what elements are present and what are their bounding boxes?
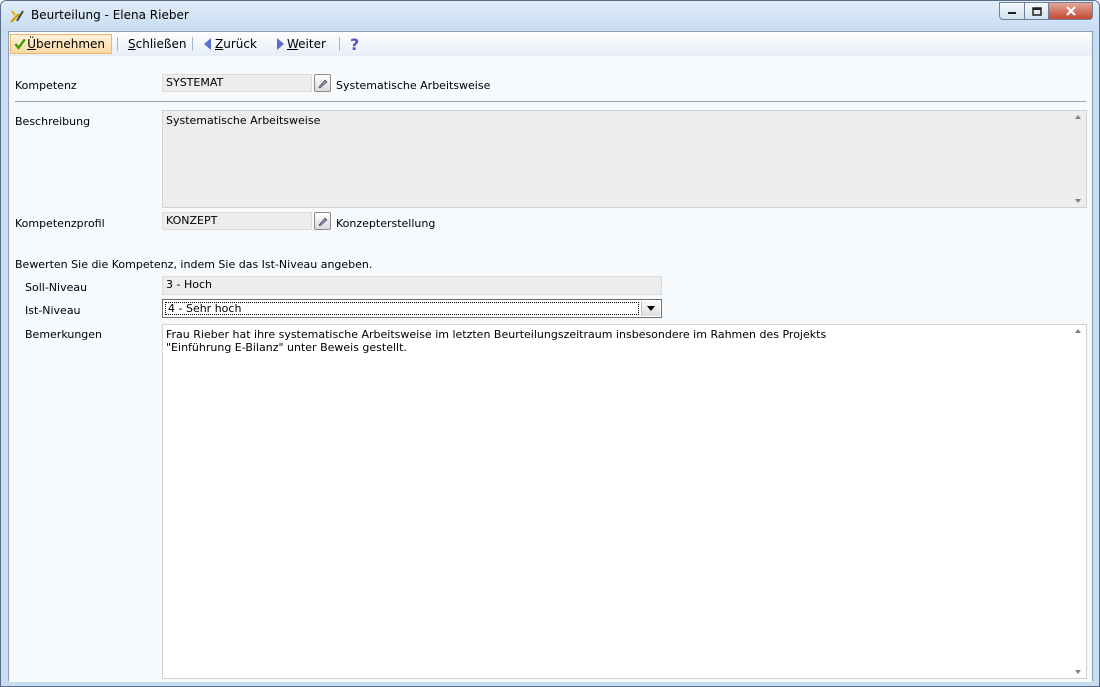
beschreibung-text: Systematische Arbeitsweise [166,114,321,127]
toolbar: Übernehmen Schließen Zurück Weiter ? [9,32,1092,57]
next-label: Weiter [287,37,326,51]
divider [15,101,1086,102]
window-title: Beurteilung - Elena Rieber [31,8,189,22]
pencil-icon [318,79,328,88]
svg-text:?: ? [350,35,359,53]
instruction-text: Bewerten Sie die Kompetenz, indem Sie da… [15,258,373,271]
beschreibung-textarea[interactable]: Systematische Arbeitsweise [162,110,1087,208]
help-icon: ? [350,35,359,53]
toolbar-separator [192,37,193,51]
kompetenzprofil-label: Kompetenzprofil [15,217,105,230]
close-label: Schließen [128,37,187,51]
kompetenz-code-field[interactable]: SYSTEMAT [162,74,312,92]
application-window: Beurteilung - Elena Rieber Übernehmen Sc… [0,0,1100,687]
scroll-down-icon[interactable] [1075,199,1081,203]
back-button[interactable]: Zurück [201,34,257,54]
client-area: Übernehmen Schließen Zurück Weiter ? Kom… [8,31,1093,682]
accept-button[interactable]: Übernehmen [10,34,112,54]
arrow-right-icon [277,38,284,50]
kompetenzprofil-name: Konzepterstellung [336,217,436,230]
scroll-up-icon[interactable] [1075,115,1081,119]
window-controls [999,2,1093,20]
bemerkungen-textarea[interactable]: Frau Rieber hat ihre systematische Arbei… [162,324,1087,679]
kompetenz-name: Systematische Arbeitsweise [336,79,491,92]
back-label: Zurück [215,37,257,51]
scroll-down-icon[interactable] [1075,670,1081,674]
checkmark-icon [14,38,26,50]
accept-label: Übernehmen [27,37,105,51]
dropdown-button[interactable] [641,301,660,316]
app-icon [9,8,25,24]
ist-niveau-value: 4 - Sehr hoch [165,302,639,315]
maximize-button[interactable] [1025,2,1049,20]
arrow-left-icon [204,38,211,50]
bemerkungen-label: Bemerkungen [25,328,103,341]
title-bar[interactable]: Beurteilung - Elena Rieber [1,1,1099,31]
soll-niveau-field[interactable]: 3 - Hoch [162,276,662,295]
pencil-icon [318,217,328,226]
beschreibung-label: Beschreibung [15,115,91,128]
ist-niveau-label: Ist-Niveau [25,304,81,317]
toolbar-separator [117,37,118,51]
close-button[interactable]: Schließen [128,34,186,54]
minimize-icon [1008,12,1016,14]
form-area: Kompetenz SYSTEMAT Systematische Arbeits… [9,56,1092,682]
toolbar-separator [339,37,340,51]
maximize-icon [1031,6,1042,16]
bemerkungen-scrollbar[interactable] [1070,325,1086,678]
close-window-button[interactable] [1049,2,1093,20]
ist-niveau-dropdown[interactable]: 4 - Sehr hoch [162,299,662,318]
chevron-down-icon [647,306,655,311]
close-icon [1065,6,1076,16]
kompetenzprofil-edit-button[interactable] [314,212,331,230]
scroll-up-icon[interactable] [1075,329,1081,333]
bemerkungen-text: Frau Rieber hat ihre systematische Arbei… [166,328,827,354]
beschreibung-scrollbar[interactable] [1070,111,1086,207]
soll-niveau-label: Soll-Niveau [25,281,88,294]
kompetenz-edit-button[interactable] [314,74,331,92]
next-button[interactable]: Weiter [273,34,326,54]
kompetenzprofil-code-field[interactable]: KONZEPT [162,212,312,230]
minimize-button[interactable] [999,2,1025,20]
help-button[interactable]: ? [347,34,363,54]
kompetenz-label: Kompetenz [15,79,77,92]
